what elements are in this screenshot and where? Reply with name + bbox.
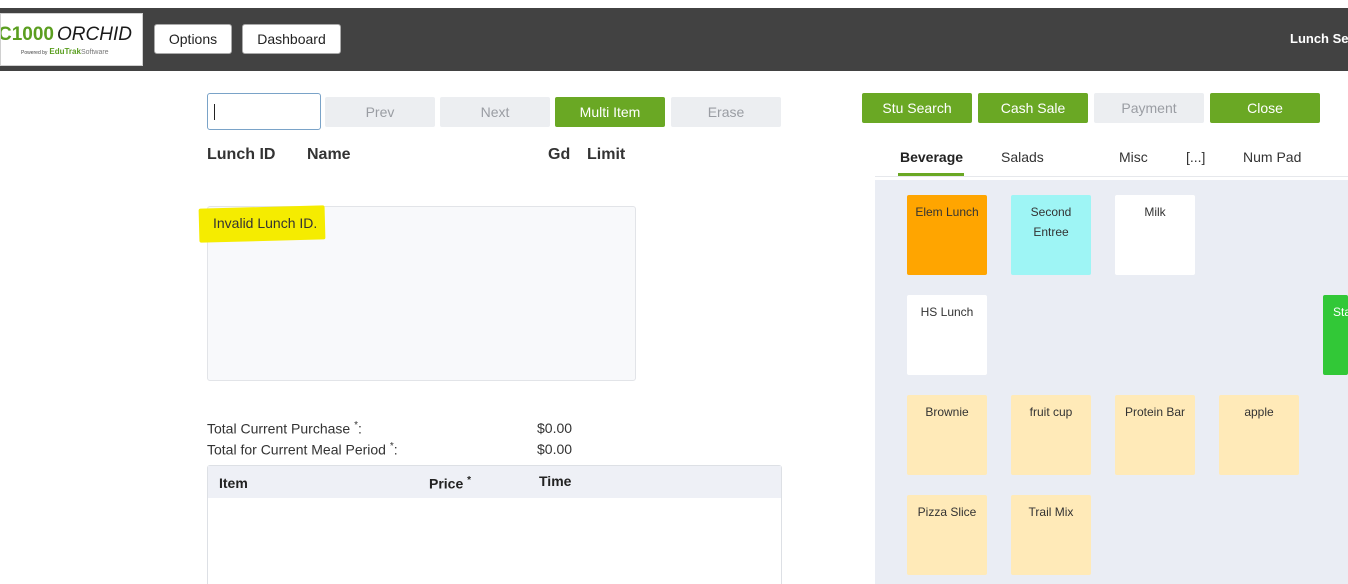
th-price: Price * xyxy=(429,475,471,492)
tile-brownie[interactable]: Brownie xyxy=(907,395,987,475)
tab-beverage[interactable]: Beverage xyxy=(900,149,963,165)
items-table-header: Item Price * Time xyxy=(208,466,781,498)
active-tab-indicator xyxy=(898,173,964,176)
logo-company: EduTrak xyxy=(49,47,81,56)
total-meal-period-value: $0.00 xyxy=(537,441,573,457)
logo-product: ORCHID xyxy=(57,24,132,45)
text-caret xyxy=(214,104,215,120)
items-table: Item Price * Time xyxy=(207,465,782,584)
top-strip xyxy=(0,0,1348,8)
col-limit: Limit xyxy=(587,146,626,163)
options-button[interactable]: Options xyxy=(154,24,232,54)
logo-powered-by: Powered by xyxy=(21,50,48,56)
col-grade: Gd xyxy=(548,146,571,163)
stu-search-button[interactable]: Stu Search xyxy=(862,93,972,123)
erase-button[interactable]: Erase xyxy=(671,97,781,127)
cash-sale-button[interactable]: Cash Sale xyxy=(978,93,1088,123)
th-time: Time xyxy=(539,473,572,489)
tile-partial-offscreen[interactable]: Sta xyxy=(1323,295,1348,375)
prev-button[interactable]: Prev xyxy=(325,97,435,127)
tab-misc[interactable]: Misc xyxy=(1119,149,1148,165)
total-current-purchase-value: $0.00 xyxy=(537,420,573,436)
lunch-id-input[interactable] xyxy=(207,93,321,130)
total-meal-period-text: Total for Current Meal Period xyxy=(207,441,386,458)
price-asterisk: * xyxy=(467,475,472,486)
tile-apple[interactable]: apple xyxy=(1219,395,1299,475)
colon: : xyxy=(357,420,362,437)
error-message: Invalid Lunch ID. xyxy=(213,215,318,231)
tile-protein-bar[interactable]: Protein Bar xyxy=(1115,395,1195,475)
tabs-divider xyxy=(875,176,1348,177)
tile-pizza-slice[interactable]: Pizza Slice xyxy=(907,495,987,575)
logo-software: Software xyxy=(80,49,109,56)
tab-num-pad[interactable]: Num Pad xyxy=(1243,149,1301,165)
dashboard-button[interactable]: Dashboard xyxy=(242,24,341,54)
logo-tagline: Powered by EduTrakSoftware xyxy=(21,47,109,56)
tile-elem-lunch[interactable]: Elem Lunch xyxy=(907,195,987,275)
total-meal-period-label: Total for Current Meal Period *: xyxy=(207,441,398,458)
next-button[interactable]: Next xyxy=(440,97,550,127)
payment-button[interactable]: Payment xyxy=(1094,93,1204,123)
th-item: Item xyxy=(219,475,248,491)
multi-item-button[interactable]: Multi Item xyxy=(555,97,665,127)
tile-hs-lunch[interactable]: HS Lunch xyxy=(907,295,987,375)
tile-milk[interactable]: Milk xyxy=(1115,195,1195,275)
app-logo[interactable]: C1000 ORCHID Powered by EduTrakSoftware xyxy=(0,13,143,66)
logo-wordmark: C1000 ORCHID xyxy=(0,24,132,46)
total-current-purchase-label: Total Current Purchase *: xyxy=(207,420,362,437)
col-lunch-id: Lunch ID xyxy=(207,146,276,163)
tab-more[interactable]: [...] xyxy=(1186,149,1205,165)
colon: : xyxy=(393,441,398,458)
close-button[interactable]: Close xyxy=(1210,93,1320,123)
tab-salads[interactable]: Salads xyxy=(1001,149,1044,165)
th-price-text: Price xyxy=(429,475,464,492)
logo-brand: C1000 xyxy=(0,24,54,45)
tile-fruit-cup[interactable]: fruit cup xyxy=(1011,395,1091,475)
header-session-text: Lunch Ser xyxy=(1290,31,1348,46)
tile-trail-mix[interactable]: Trail Mix xyxy=(1011,495,1091,575)
col-name: Name xyxy=(307,146,351,163)
total-current-purchase-text: Total Current Purchase xyxy=(207,420,351,437)
tile-second-entree[interactable]: Second Entree xyxy=(1011,195,1091,275)
